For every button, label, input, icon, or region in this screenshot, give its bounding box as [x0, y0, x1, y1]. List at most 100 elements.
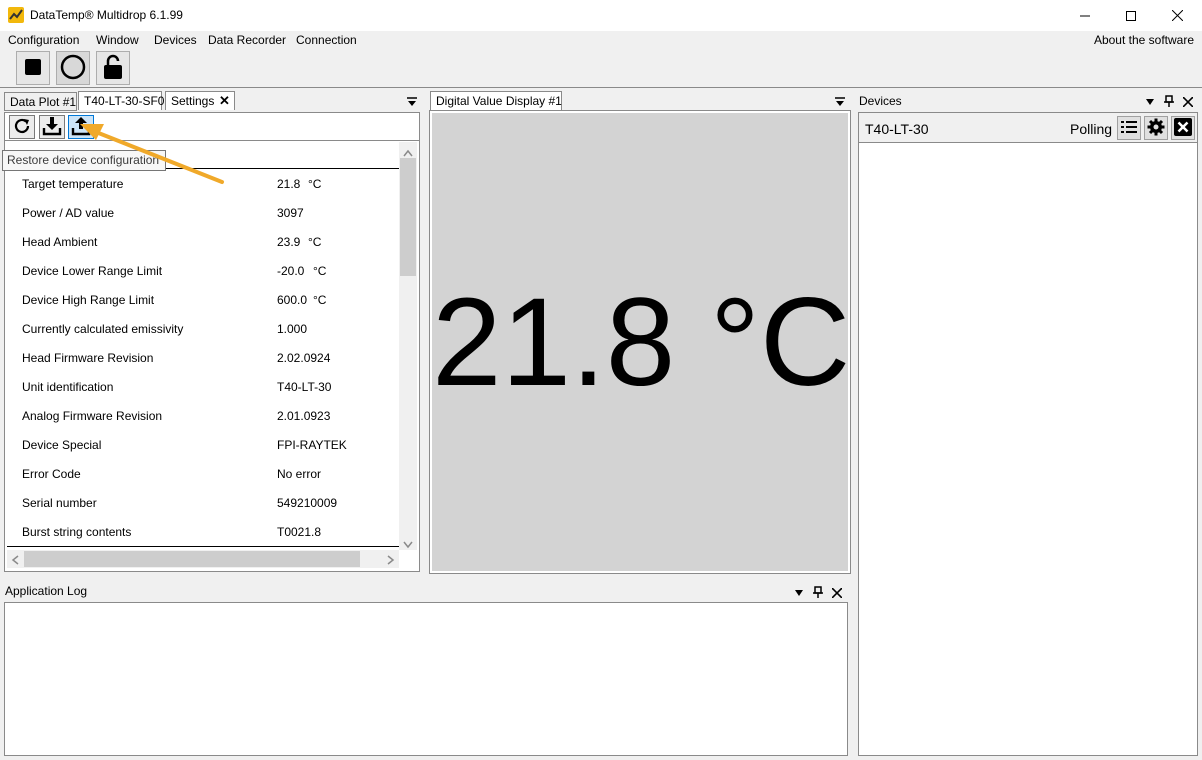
setting-value[interactable]: 549210009: [277, 496, 337, 510]
setting-label: Serial number: [22, 496, 97, 510]
setting-value[interactable]: 1.000: [277, 322, 307, 336]
device-remove-button[interactable]: [1171, 116, 1195, 140]
setting-label: Analog Firmware Revision: [22, 409, 163, 423]
settings-row: Unit identification T40-LT-30: [22, 380, 392, 396]
menu-connection[interactable]: Connection: [296, 33, 357, 47]
setting-unit: °C: [308, 235, 322, 249]
menu-window[interactable]: Window: [96, 33, 139, 47]
refresh-icon: [13, 117, 31, 138]
settings-row: Burst string contents T0021.8: [22, 525, 392, 541]
tab-data-plot[interactable]: Data Plot #1: [4, 92, 77, 111]
scroll-down-icon[interactable]: [403, 538, 413, 552]
gear-icon: [1147, 118, 1165, 139]
menu-data-recorder[interactable]: Data Recorder: [208, 33, 286, 47]
devices-close-button[interactable]: [1182, 96, 1194, 110]
device-name: T40-LT-30: [865, 121, 929, 137]
maximize-button[interactable]: [1108, 0, 1154, 31]
setting-value[interactable]: 23.9: [277, 235, 300, 249]
setting-label: Target temperature: [22, 177, 124, 191]
tab-digital-display[interactable]: Digital Value Display #1: [430, 91, 562, 110]
setting-label: Head Ambient: [22, 235, 98, 249]
setting-label: Device High Range Limit: [22, 293, 155, 307]
log-panel-dropdown[interactable]: [794, 587, 804, 601]
log-pin-button[interactable]: [813, 586, 823, 601]
pin-icon: [1164, 95, 1174, 110]
settings-row: Target temperature 21.8 °C: [22, 177, 392, 193]
setting-label: Unit identification: [22, 380, 114, 394]
settings-row: Device Lower Range Limit -20.0 °C: [22, 264, 392, 280]
setting-unit: °C: [313, 264, 327, 278]
settings-row: Currently calculated emissivity 1.000: [22, 322, 392, 338]
devices-panel-dropdown[interactable]: [1145, 96, 1155, 110]
chevron-down-icon: [835, 96, 845, 110]
devices-pin-button[interactable]: [1164, 95, 1174, 110]
device-settings-button[interactable]: [1144, 116, 1168, 140]
log-panel-title: Application Log: [5, 584, 88, 598]
window-title: DataTemp® Multidrop 6.1.99: [30, 8, 183, 22]
panel-menu-dropdown[interactable]: [407, 96, 417, 110]
vertical-scroll-thumb[interactable]: [400, 158, 416, 276]
chevron-down-icon: [407, 96, 417, 110]
devices-panel-body: [858, 112, 1198, 756]
setting-label: Currently calculated emissivity: [22, 322, 184, 336]
close-icon: [1174, 117, 1192, 139]
toolbar: [0, 50, 1202, 88]
circle-icon: [60, 54, 86, 83]
scroll-left-icon[interactable]: [11, 554, 19, 568]
refresh-button[interactable]: [9, 115, 35, 139]
chevron-down-icon: [1145, 96, 1155, 110]
setting-label: Error Code: [22, 467, 81, 481]
close-tab-icon[interactable]: ✕: [219, 93, 230, 109]
table-bottom-line: [7, 546, 399, 547]
setting-value[interactable]: T0021.8: [277, 525, 321, 539]
digital-value: 21.8 °C: [432, 273, 848, 412]
setting-value[interactable]: 3097: [277, 206, 304, 220]
download-icon: [42, 116, 62, 139]
settings-row: Power / AD value 3097: [22, 206, 392, 222]
connect-button[interactable]: [56, 51, 90, 85]
settings-row: Serial number 549210009: [22, 496, 392, 512]
setting-value[interactable]: -20.0: [277, 264, 304, 278]
settings-row: Head Ambient 23.9 °C: [22, 235, 392, 251]
setting-value[interactable]: 2.02.0924: [277, 351, 330, 365]
setting-label: Burst string contents: [22, 525, 132, 539]
unlock-icon: [102, 54, 124, 83]
setting-value[interactable]: 21.8: [277, 177, 300, 191]
app-logo-icon: [8, 7, 24, 23]
setting-value[interactable]: 2.01.0923: [277, 409, 330, 423]
setting-value[interactable]: T40-LT-30: [277, 380, 331, 394]
setting-label: Power / AD value: [22, 206, 115, 220]
devices-panel-title: Devices: [859, 94, 902, 108]
settings-row: Device High Range Limit 600.0 °C: [22, 293, 392, 309]
close-icon: [1182, 96, 1194, 110]
close-window-button[interactable]: [1154, 0, 1200, 31]
setting-value[interactable]: 600.0: [277, 293, 307, 307]
application-log[interactable]: [4, 602, 848, 756]
settings-row: Head Firmware Revision 2.02.0924: [22, 351, 392, 367]
tab-device[interactable]: T40-LT-30-SF0: [78, 91, 164, 110]
setting-label: Device Special: [22, 438, 102, 452]
chevron-down-icon: [794, 587, 804, 601]
tab-settings-label: Settings: [171, 94, 215, 108]
setting-value[interactable]: FPI-RAYTEK: [277, 438, 347, 452]
scroll-right-icon[interactable]: [387, 554, 395, 568]
settings-row: Device Special FPI-RAYTEK: [22, 438, 392, 454]
list-icon: [1121, 120, 1137, 137]
log-close-button[interactable]: [831, 587, 843, 601]
device-list-button[interactable]: [1117, 116, 1141, 140]
setting-label: Head Firmware Revision: [22, 351, 154, 365]
menu-configuration[interactable]: Configuration: [8, 33, 79, 47]
horizontal-scroll-thumb[interactable]: [24, 551, 360, 567]
digital-panel-dropdown[interactable]: [835, 96, 845, 110]
stop-button[interactable]: [16, 51, 50, 85]
menu-about[interactable]: About the software: [1094, 33, 1194, 47]
menu-devices[interactable]: Devices: [154, 33, 197, 47]
setting-value[interactable]: No error: [277, 467, 321, 481]
unlock-button[interactable]: [96, 51, 130, 85]
minimize-button[interactable]: [1062, 0, 1108, 31]
setting-unit: °C: [308, 177, 322, 191]
settings-row: Analog Firmware Revision 2.01.0923: [22, 409, 392, 425]
pin-icon: [813, 586, 823, 601]
close-icon: [831, 587, 843, 601]
digital-value-display: 21.8 °C: [432, 113, 848, 571]
